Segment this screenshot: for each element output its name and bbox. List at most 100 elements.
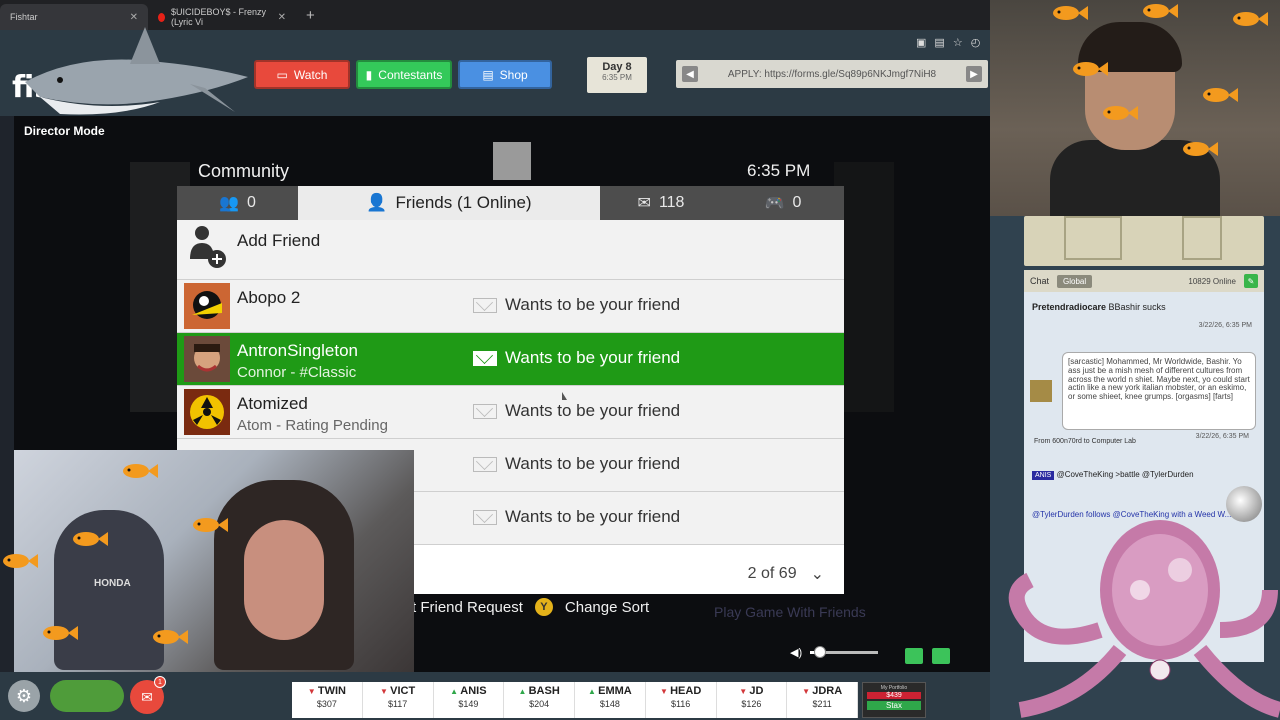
panel-tabs: 👥 0 👤 Friends (1 Online) ✉ 118 🎮 0 — [177, 186, 844, 220]
red-action-button[interactable]: ✉ 1 — [130, 676, 166, 714]
apply-text: APPLY: https://forms.gle/Sq89p6NKJmgf7Ni… — [727, 68, 937, 80]
day-indicator: Day 8 6:35 PM — [587, 57, 647, 93]
gamerpic-placeholder — [493, 142, 531, 180]
chat-text: BBashir sucks — [1108, 302, 1166, 312]
chat-username[interactable]: ANIS — [1032, 471, 1055, 480]
board-tiles — [1024, 216, 1264, 266]
avatar — [184, 336, 230, 382]
friend-status: Atom - Rating Pending — [237, 417, 388, 434]
ticker-symbol: VICT — [390, 685, 416, 697]
stream-root: Fishtar ✕ $UICIDEBOY$ - Frenzy (Lyric Vi… — [0, 0, 1280, 720]
ticker-item[interactable]: ▼ JD $126 — [717, 682, 788, 718]
arrow-up-icon: ▲ — [588, 687, 599, 696]
screenshot-icon[interactable]: ▣ — [916, 36, 926, 49]
speaker-icon[interactable]: ◀) — [790, 646, 802, 659]
friend-request-hint: t Friend Request — [412, 598, 523, 616]
close-icon[interactable]: ✕ — [278, 12, 286, 23]
arrow-right-icon[interactable]: ▶ — [966, 66, 982, 82]
ticker-value: $211 — [812, 699, 832, 709]
ticker-value: $126 — [741, 699, 762, 709]
y-button-icon: Y — [534, 598, 553, 616]
ticker-symbol: EMMA — [598, 685, 632, 697]
tab-parties[interactable]: 🎮 0 — [722, 186, 844, 220]
ticker-item[interactable]: ▼ VICT $117 — [363, 682, 434, 718]
ticker-value: $204 — [529, 699, 550, 709]
shop-button[interactable]: ▤ Shop — [458, 60, 552, 89]
envelope-icon — [473, 297, 497, 313]
board-tile — [1182, 216, 1222, 260]
contestants-button[interactable]: ▮ Contestants — [356, 60, 452, 89]
stock-ticker: ▼ TWIN $307 ▼ VICT $117 ▲ ANIS $149 ▲ BASH $204… — [292, 682, 858, 718]
fullscreen-icon[interactable] — [905, 648, 923, 664]
disco-ball-image — [1226, 486, 1262, 522]
friend-icon: 👤 — [366, 193, 388, 212]
popout-icon[interactable] — [932, 648, 950, 664]
volume-slider[interactable] — [810, 646, 879, 658]
download-icon[interactable]: ▤ — [934, 36, 944, 49]
friend-status: Connor - #Classic — [237, 364, 357, 381]
arrow-down-icon: ▼ — [802, 687, 813, 696]
goldfish-image — [123, 464, 158, 478]
new-tab-button[interactable]: + — [306, 7, 315, 24]
community-title: Community — [198, 161, 290, 181]
goldfish-image — [193, 518, 228, 532]
close-icon[interactable]: ✕ — [130, 12, 138, 23]
people-icon: ▮ — [365, 67, 373, 82]
clock-icon[interactable]: ◴ — [971, 36, 981, 49]
octopus-image — [1008, 520, 1280, 718]
tab-messages[interactable]: ✉ 118 — [600, 186, 722, 220]
online-count: 10829 Online — [1188, 276, 1236, 286]
page-indicator: 2 of 69 — [747, 565, 797, 582]
ticker-symbol: ANIS — [460, 685, 487, 697]
chat-bubble: [sarcastic] Mohammed, Mr Worldwide, Bash… — [1062, 352, 1256, 440]
ticker-item[interactable]: ▲ ANIS $149 — [434, 682, 505, 718]
bell-icon: ✉ — [141, 688, 153, 705]
portfolio-value: $439 — [867, 692, 921, 699]
goldfish-image — [153, 630, 188, 644]
tab-groups-count: 0 — [247, 194, 256, 211]
apply-banner[interactable]: ◀ APPLY: https://forms.gle/Sq89p6NKJmgf7… — [676, 60, 988, 88]
chat-header: Chat Global 10829 Online ✎ — [1024, 270, 1264, 292]
friend-row[interactable]: Abopo 2 Wants to be your friend — [177, 280, 844, 333]
request-text: Wants to be your friend — [505, 348, 681, 367]
change-sort-hint: Change Sort — [564, 598, 650, 616]
ticker-item[interactable]: ▼ TWIN $307 — [292, 682, 363, 718]
director-mode-label: Director Mode — [24, 124, 105, 138]
notification-badge: 1 — [154, 676, 166, 688]
chat-tab[interactable]: Chat — [1030, 276, 1049, 286]
tab-messages-count: 118 — [658, 194, 685, 211]
tab-label: Fishtar — [10, 12, 38, 22]
star-icon[interactable]: ☆ — [953, 36, 963, 49]
friend-row-selected[interactable]: AntronSingleton Connor - #Classic Wants … — [177, 333, 844, 386]
day-time: 6:35 PM — [602, 73, 632, 82]
arrow-down-icon: ▼ — [307, 687, 318, 696]
chat-username[interactable]: Pretendradiocare — [1032, 302, 1106, 312]
global-tab[interactable]: Global — [1057, 274, 1093, 288]
ticker-item[interactable]: ▼ JDRA $211 — [787, 682, 858, 718]
edit-icon[interactable]: ✎ — [1244, 274, 1258, 288]
envelope-icon — [473, 509, 497, 525]
friend-request: Wants to be your friend — [473, 348, 680, 368]
request-text: Wants to be your friend — [505, 401, 681, 420]
add-friend-row[interactable]: Add Friend — [177, 220, 844, 280]
goldfish-image — [1183, 142, 1218, 156]
arrow-down-icon: ▼ — [659, 687, 671, 696]
volume-knob[interactable] — [814, 646, 827, 658]
ticker-value: $148 — [599, 699, 620, 709]
friend-row[interactable]: Atomized Atom - Rating Pending Wants to … — [177, 386, 844, 439]
ticker-item[interactable]: ▲ EMMA $148 — [575, 682, 646, 718]
add-friend-label: Add Friend — [237, 231, 321, 250]
arrow-left-icon[interactable]: ◀ — [682, 66, 698, 82]
stax-button[interactable]: Stax — [867, 701, 921, 710]
green-action-button[interactable] — [50, 680, 124, 712]
watch-button[interactable]: ▭ Watch — [254, 60, 350, 89]
tab-groups[interactable]: 👥 0 — [177, 186, 298, 220]
ticker-item[interactable]: ▲ BASH $204 — [504, 682, 575, 718]
ticker-value: $116 — [670, 699, 691, 709]
tv-icon: ▭ — [276, 67, 288, 82]
portfolio-widget[interactable]: My Portfolio $439 Stax — [862, 682, 926, 718]
ticker-item[interactable]: ▼ HEAD $116 — [646, 682, 717, 718]
chevron-down-icon[interactable]: ⌄ — [811, 564, 824, 584]
gear-icon[interactable]: ⚙ — [8, 680, 40, 712]
tab-friends[interactable]: 👤 Friends (1 Online) — [298, 186, 600, 220]
